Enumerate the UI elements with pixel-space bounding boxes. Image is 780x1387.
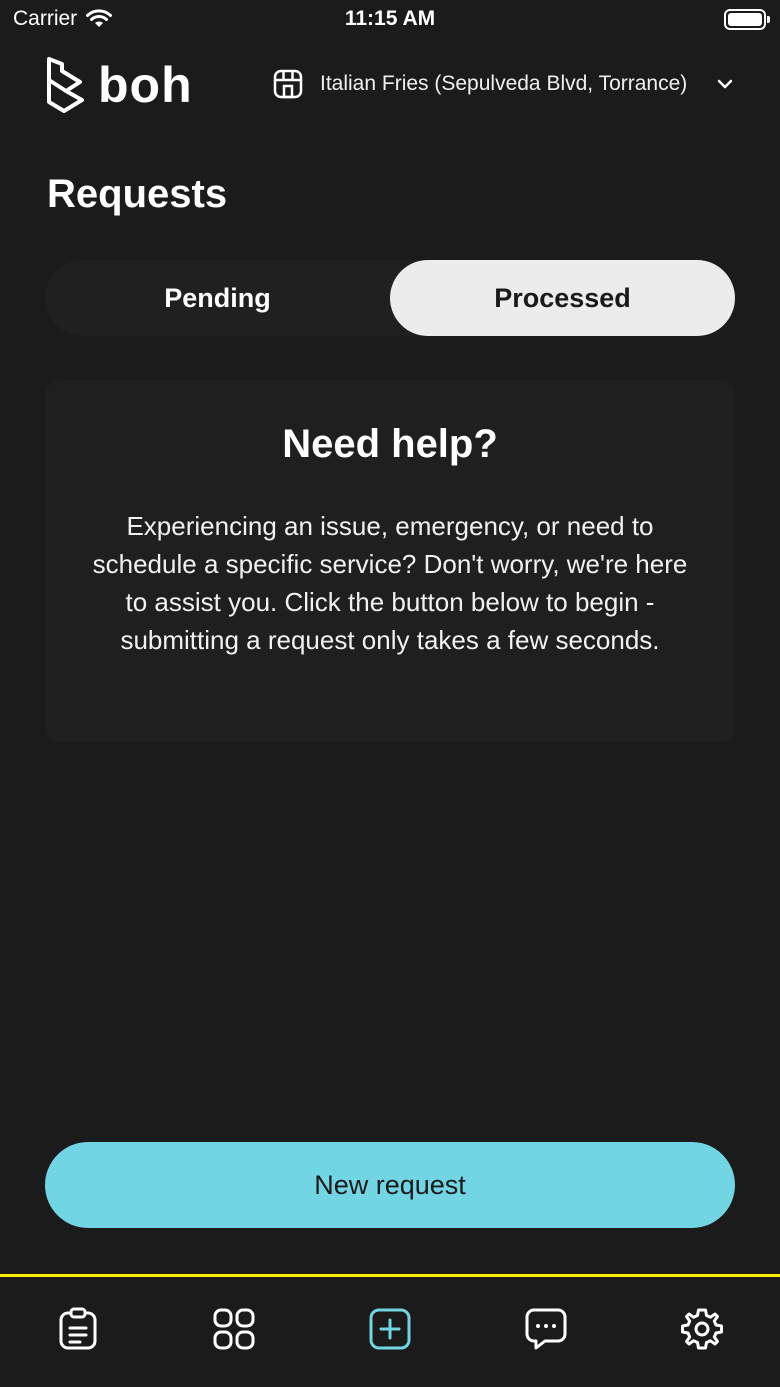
location-name: Italian Fries (Sepulveda Blvd, Torrance)	[320, 72, 688, 95]
grid-icon	[213, 1308, 255, 1350]
gear-icon	[681, 1308, 723, 1350]
clipboard-icon	[59, 1307, 97, 1350]
nav-dashboard[interactable]	[210, 1305, 258, 1353]
logo-text: boh	[98, 57, 193, 113]
chat-icon	[525, 1308, 567, 1350]
app-header: boh Italian Fries (Sepulveda Blvd, Torra…	[0, 50, 780, 120]
tab-pending[interactable]: Pending	[45, 260, 390, 336]
add-square-icon	[369, 1308, 411, 1350]
status-bar: Carrier 11:15 AM	[0, 0, 780, 40]
help-body: Experiencing an issue, emergency, or nee…	[92, 511, 688, 655]
nav-requests-list[interactable]	[54, 1305, 102, 1353]
chevron-down-icon	[717, 79, 733, 89]
boh-logo-icon	[47, 57, 84, 113]
nav-new-request[interactable]	[366, 1305, 414, 1353]
status-time: 11:15 AM	[344, 7, 436, 30]
nav-settings[interactable]	[678, 1305, 726, 1353]
location-selector[interactable]: Italian Fries (Sepulveda Blvd, Torrance)	[272, 68, 742, 100]
segmented-control: Pending Processed	[45, 260, 735, 336]
help-title: Need help?	[282, 422, 498, 466]
store-icon	[273, 69, 303, 99]
logo: boh	[44, 56, 193, 114]
new-request-button[interactable]: New request	[45, 1142, 735, 1228]
battery-icon	[724, 9, 770, 30]
tab-processed[interactable]: Processed	[390, 260, 735, 336]
bottom-tab-bar	[0, 1274, 780, 1387]
nav-messages[interactable]	[522, 1305, 570, 1353]
help-card: Need help? Experiencing an issue, emerge…	[45, 380, 735, 742]
page-title: Requests	[47, 172, 228, 216]
